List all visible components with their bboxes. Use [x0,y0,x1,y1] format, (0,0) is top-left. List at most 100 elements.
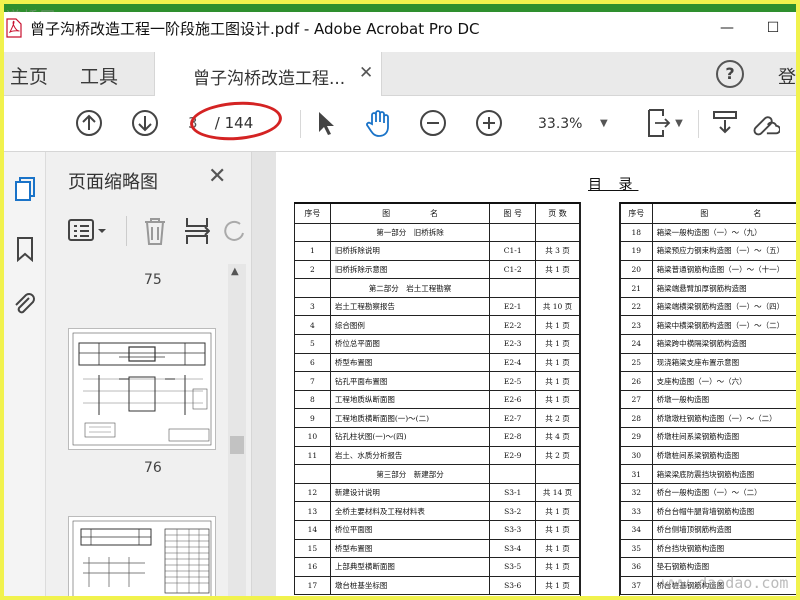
row-number: 36 [620,557,653,577]
drawing-code: S3-6 [489,575,537,596]
table-row: 4 综合图例 E2-2 共 1 页 [294,315,580,336]
zoom-dropdown-icon[interactable]: ▼ [600,118,608,129]
zoom-out-icon[interactable] [418,108,448,138]
table-row: 35 桥台挡块钢筋构造图 [620,538,796,559]
table-row: 12 新建设计说明 S3-1 共 14 页 [294,482,580,503]
window-title: 曾子沟桥改造工程一阶段施工图设计.pdf - Adobe Acrobat Pro… [30,19,480,38]
row-number: 1 [294,241,331,261]
bookmark-icon[interactable] [12,236,38,262]
thumbnail-page-76[interactable] [68,328,216,450]
tab-home[interactable]: 主页 [10,62,48,89]
row-number: 14 [294,520,331,540]
acrobat-window: 道桥网 曾子沟桥改造工程一阶段施工图设计.pdf - Adobe Acrobat… [4,4,796,596]
thumbnail-page-77[interactable] [68,516,216,596]
table-row: 8 工程地质纵断面图 E2-6 共 1 页 [294,389,580,410]
close-panel-icon[interactable]: ✕ [208,164,226,189]
page-count: 共 2 页 [535,408,580,429]
previous-page-icon[interactable] [74,108,104,138]
page-count: 共 1 页 [535,575,580,596]
document-view[interactable]: 目 录 序号 图 名 图 号 页 数 第一部分 旧桥拆除 1 旧桥拆除说明 C1-1 共… [252,152,796,596]
table-row: 31 箱梁梁底防震挡块钢筋构造图 [620,464,796,484]
table-row: 25 现浇箱梁支座布置示意图 [620,352,796,373]
tab-tools[interactable]: 工具 [80,62,118,89]
row-number: 2 [294,259,331,280]
drawing-name: 钻孔柱状图(一)～(四) [329,427,491,447]
drawing-name: 现浇箱梁支座布置示意图 [651,352,796,373]
zoom-level[interactable]: 33.3% [538,116,582,132]
row-number: 19 [620,241,653,261]
scroll-up-icon[interactable]: ▲ [231,266,239,277]
table-row: 18 箱梁一般构造图（一）～（九） [620,222,796,243]
panel-toolbar [68,216,252,246]
table-row: 19 箱梁预应力钢束构造图（一）～（五） [620,241,796,261]
drawing-code: E2-2 [489,315,537,336]
row-number: 35 [620,538,653,559]
drawing-name: 岩土工程勘察报告 [329,296,491,317]
fit-dropdown-icon[interactable]: ▼ [672,108,686,138]
close-tab-icon[interactable]: ✕ [359,63,373,83]
page-count: 共 2 页 [535,445,580,466]
table-row: 16 上部典型横断面图 S3-5 共 1 页 [294,557,580,577]
help-icon[interactable]: ? [716,60,744,88]
panel-title: 页面缩略图 [68,172,158,193]
drawing-name: 墩台桩基坐标图 [329,575,491,596]
options-menu-icon[interactable] [68,218,108,248]
drawing-name: 桥台台帽牛腿背墙钢筋构造图 [651,501,796,521]
table-row: 33 桥台台帽牛腿背墙钢筋构造图 [620,501,796,521]
hand-tool-icon[interactable] [364,108,394,138]
select-cursor-icon[interactable] [310,108,340,138]
scroll-mode-icon[interactable] [710,108,740,138]
link-cloud-icon[interactable] [750,108,780,138]
drawing-name: 箱梁普通钢筋构造图（一）～（十一） [651,259,796,280]
col-header: 页 数 [535,202,580,224]
fit-page-icon[interactable] [644,108,674,138]
drawing-name: 箱梁一般构造图（一）～（九） [651,222,796,243]
drawing-name: 箱梁端横梁钢筋构造图（一）～（四） [651,296,796,317]
row-number: 31 [620,464,653,484]
drawing-name: 工程地质纵断面图 [329,389,491,410]
watermark-bottom: www.daodao.com [662,574,789,592]
page-count: 共 1 页 [535,501,580,521]
zoom-in-icon[interactable] [474,108,504,138]
drawing-name: 桥型布置图 [329,352,491,373]
page-thumbnails-icon[interactable] [12,176,38,202]
drawing-name: 钻孔平面布置图 [329,371,491,391]
table-row: 34 桥台侧墙顶钢筋构造图 [620,520,796,540]
drawing-name: 桥墩墩柱钢筋构造图（一）～（二） [651,408,796,429]
minimize-button[interactable]: — [704,12,750,44]
drawing-name: 旧桥拆除示意图 [329,259,491,280]
page-count: 共 1 页 [535,389,580,410]
table-row: 6 桥型布置图 E2-4 共 1 页 [294,352,580,373]
pdf-file-icon [6,18,24,38]
page-count: 共 1 页 [535,520,580,540]
row-number: 20 [620,259,653,280]
drawing-code: S3-3 [489,520,537,540]
row-number: 9 [294,408,331,429]
row-number: 12 [294,482,331,503]
row-number: 37 [620,575,653,596]
sign-in-button[interactable]: 登 [778,63,796,89]
table-row: 26 支座构造图（一）～（六） [620,371,796,391]
row-number: 13 [294,501,331,521]
thumbnail-scrollbar[interactable]: ▲ [228,264,246,596]
table-row: 15 桥型布置图 S3-4 共 1 页 [294,538,580,559]
delete-page-icon[interactable] [142,216,168,250]
col-header: 序号 [294,202,331,224]
insert-page-icon[interactable] [184,216,211,250]
scrollbar-thumb[interactable] [230,436,244,454]
rotate-page-icon[interactable] [224,218,244,248]
tab-document[interactable]: 曾子沟桥改造工程... ✕ [154,52,382,96]
drawing-code: E2-4 [489,352,537,373]
drawing-name: 桥位总平面图 [329,334,491,354]
drawing-name: 桥台侧墙顶钢筋构造图 [651,520,796,540]
page-count: 共 4 页 [535,427,580,447]
row-number: 5 [294,334,331,354]
tab-document-label: 曾子沟桥改造工程... [193,69,346,89]
drawing-code: S3-4 [489,538,537,559]
drawing-name: 全桥主要材料及工程材料表 [329,501,491,521]
maximize-button[interactable]: ☐ [750,12,796,44]
attachment-icon[interactable] [12,292,38,318]
drawing-name: 上部典型横断面图 [329,557,491,577]
drawing-name: 支座构造图（一）～（六） [651,371,796,391]
next-page-icon[interactable] [130,108,160,138]
